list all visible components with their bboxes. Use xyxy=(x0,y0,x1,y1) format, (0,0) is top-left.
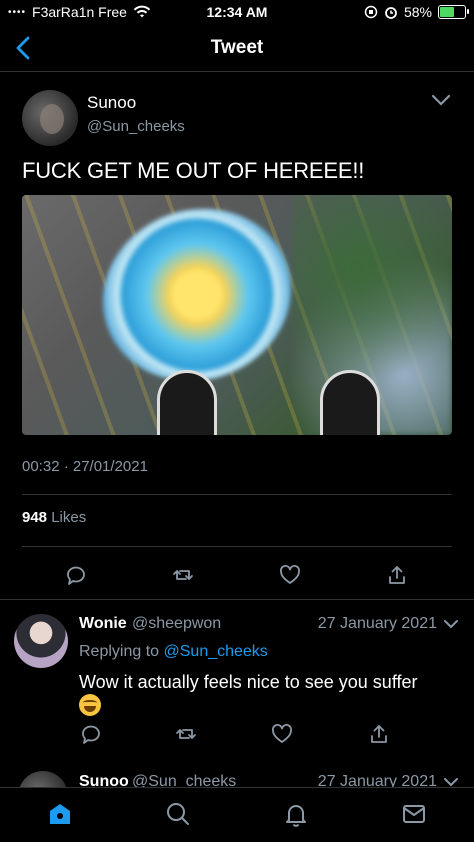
tab-home[interactable] xyxy=(46,800,74,828)
tweet-text: FUCK GET ME OUT OF HEREEE!! xyxy=(22,158,365,183)
reply-text: Wow it actually feels nice to see you su… xyxy=(79,672,418,692)
tweet-timestamp: 00:32 · 27/01/2021 xyxy=(22,458,148,475)
share-icon xyxy=(371,725,387,743)
notifications-icon xyxy=(286,805,306,827)
divider xyxy=(22,546,452,547)
like-button[interactable] xyxy=(270,722,294,746)
share-icon xyxy=(389,566,405,584)
status-right: 58% xyxy=(364,4,469,20)
reply-date: 27 January 2021 xyxy=(317,615,437,632)
battery-icon xyxy=(438,5,469,19)
next-tweet[interactable]: Sunoo @Sun_cheeks 27 January 2021 xyxy=(0,765,474,787)
page-title: Tweet xyxy=(210,37,264,58)
retweet-button[interactable] xyxy=(171,563,195,587)
reply-actions xyxy=(0,722,474,752)
likes-count[interactable]: 948 Likes xyxy=(22,509,86,526)
retweet-icon xyxy=(176,729,196,739)
alarm-icon xyxy=(385,7,397,19)
shoe-right-image xyxy=(320,370,380,435)
reply-icon xyxy=(67,566,85,585)
tab-messages[interactable] xyxy=(400,800,428,828)
likes-number: 948 xyxy=(22,509,48,526)
likes-label: Likes xyxy=(51,509,87,526)
like-icon xyxy=(272,724,292,743)
avatar[interactable] xyxy=(14,614,68,668)
chevron-down-icon[interactable] xyxy=(430,92,452,108)
battery-percent: 58% xyxy=(403,4,432,20)
chevron-down-icon[interactable] xyxy=(442,775,460,787)
tab-notifications[interactable] xyxy=(282,800,310,828)
nav-bar: Tweet xyxy=(0,26,474,72)
chevron-down-icon[interactable] xyxy=(442,617,460,631)
status-bar: •••• F3arRa1n Free 12:34 AM 58% xyxy=(0,0,474,24)
author-handle[interactable]: @Sun_cheeks xyxy=(87,118,185,135)
orientation-lock-icon xyxy=(364,5,378,19)
tweet-media-image[interactable] xyxy=(22,195,452,435)
next-author-handle[interactable]: @Sun_cheeks xyxy=(132,773,236,787)
replying-to-label: Replying to xyxy=(79,643,160,660)
reply-icon xyxy=(82,725,100,744)
next-author-name[interactable]: Sunoo xyxy=(79,773,129,787)
avatar[interactable] xyxy=(18,771,68,787)
share-button[interactable] xyxy=(367,722,391,746)
joy-emoji-icon xyxy=(79,694,101,716)
tab-search[interactable] xyxy=(164,800,192,828)
search-icon xyxy=(167,803,189,825)
shoe-left-image xyxy=(157,370,217,435)
tab-bar xyxy=(0,787,474,842)
battery-fill xyxy=(440,7,454,17)
messages-icon xyxy=(403,805,425,823)
divider xyxy=(22,494,452,495)
replying-to: Replying to @Sun_cheeks xyxy=(79,643,268,661)
reply-button[interactable] xyxy=(64,563,88,587)
like-button[interactable] xyxy=(278,563,302,587)
avatar[interactable] xyxy=(22,90,78,146)
home-icon xyxy=(50,804,70,824)
tweet-actions xyxy=(0,563,474,593)
reply-author-handle[interactable]: @sheepwon xyxy=(132,615,221,633)
share-button[interactable] xyxy=(385,563,409,587)
replying-to-mention[interactable]: @Sun_cheeks xyxy=(164,643,268,660)
retweet-icon xyxy=(173,570,193,580)
retweet-button[interactable] xyxy=(174,722,198,746)
author-name[interactable]: Sunoo xyxy=(87,93,136,113)
reply-tweet[interactable]: Wonie @sheepwon 27 January 2021 Replying… xyxy=(0,600,474,780)
next-date: 27 January 2021 xyxy=(317,773,437,787)
reply-button[interactable] xyxy=(79,722,103,746)
like-icon xyxy=(280,565,300,584)
reply-author-name[interactable]: Wonie xyxy=(79,615,127,633)
